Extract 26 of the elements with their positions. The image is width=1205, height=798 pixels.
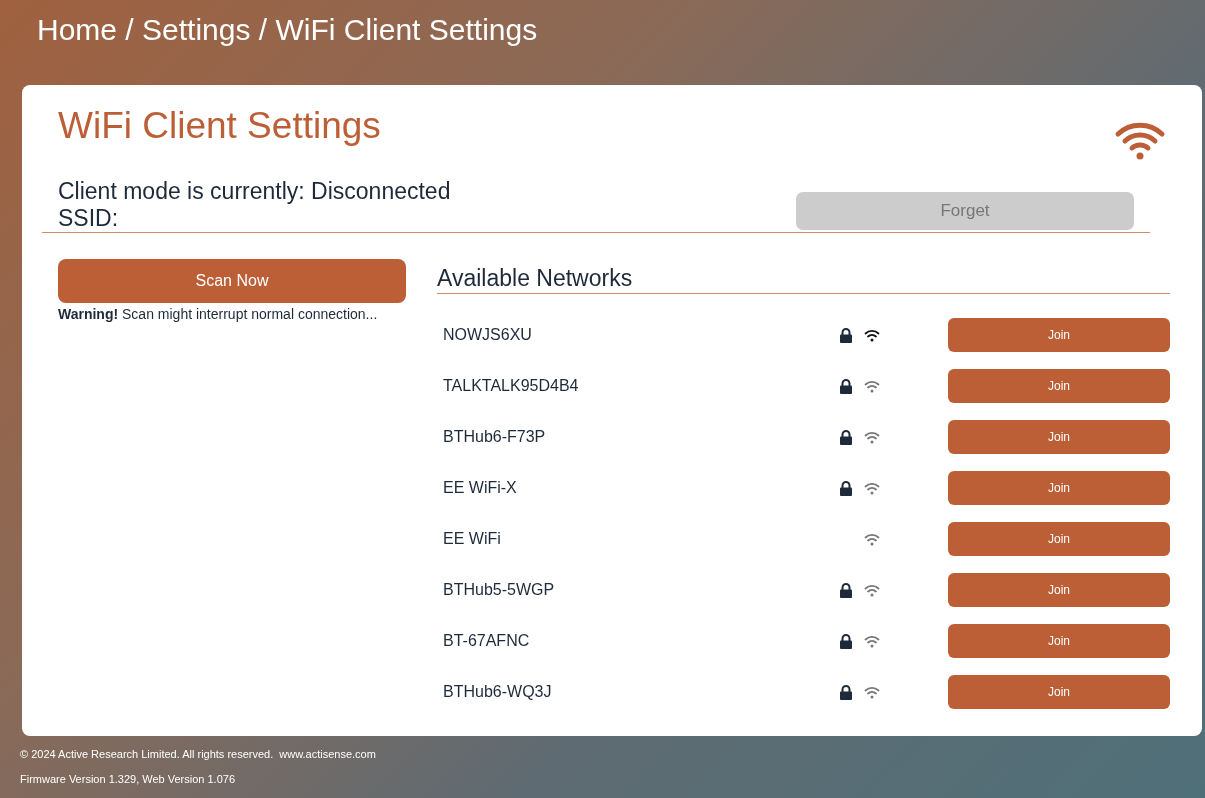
page-title: WiFi Client Settings [58,104,381,148]
join-button[interactable]: Join [948,318,1170,353]
scan-now-button[interactable]: Scan Now [58,258,406,303]
scan-warning: Warning! Scan might interrupt normal connection... [58,305,379,322]
join-button[interactable]: Join [948,522,1170,557]
network-name: BT-67AFNC [442,632,531,651]
network-name: EE WiFi [442,530,502,549]
copyright-text: © 2024 Active Research Limited. All rights reserved. [20,748,274,760]
network-name: BTHub5-5WGP [442,581,556,600]
network-name: NOWJS6XU [442,326,533,345]
client-mode-status: Client mode is currently: Disconnected [58,177,451,205]
join-button[interactable]: Join [948,624,1170,659]
join-button[interactable]: Join [948,675,1170,710]
version-text: Firmware Version 1.329, Web Version 1.076 [20,773,237,787]
join-button[interactable]: Join [948,573,1170,608]
network-name: TALKTALK95D4B4 [442,377,580,396]
join-button[interactable]: Join [948,471,1170,506]
website-link[interactable]: www.actisense.com [279,748,376,760]
breadcrumb: Home / Settings / WiFi Client Settings [36,12,539,48]
network-name: EE WiFi-X [442,479,518,498]
networks-heading: Available Networks [437,258,1170,294]
join-button[interactable]: Join [948,369,1170,404]
network-name: BTHub6-WQ3J [442,683,553,702]
network-name: BTHub6-F73P [442,428,547,447]
ssid-label: SSID: [58,204,120,232]
join-button[interactable]: Join [948,420,1170,455]
